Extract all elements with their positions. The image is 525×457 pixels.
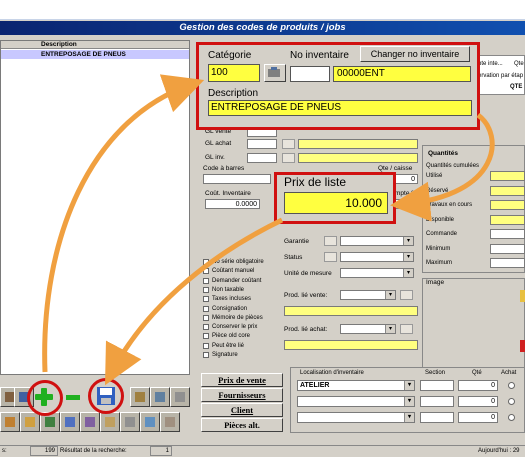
annotation-arrows xyxy=(42,74,495,386)
